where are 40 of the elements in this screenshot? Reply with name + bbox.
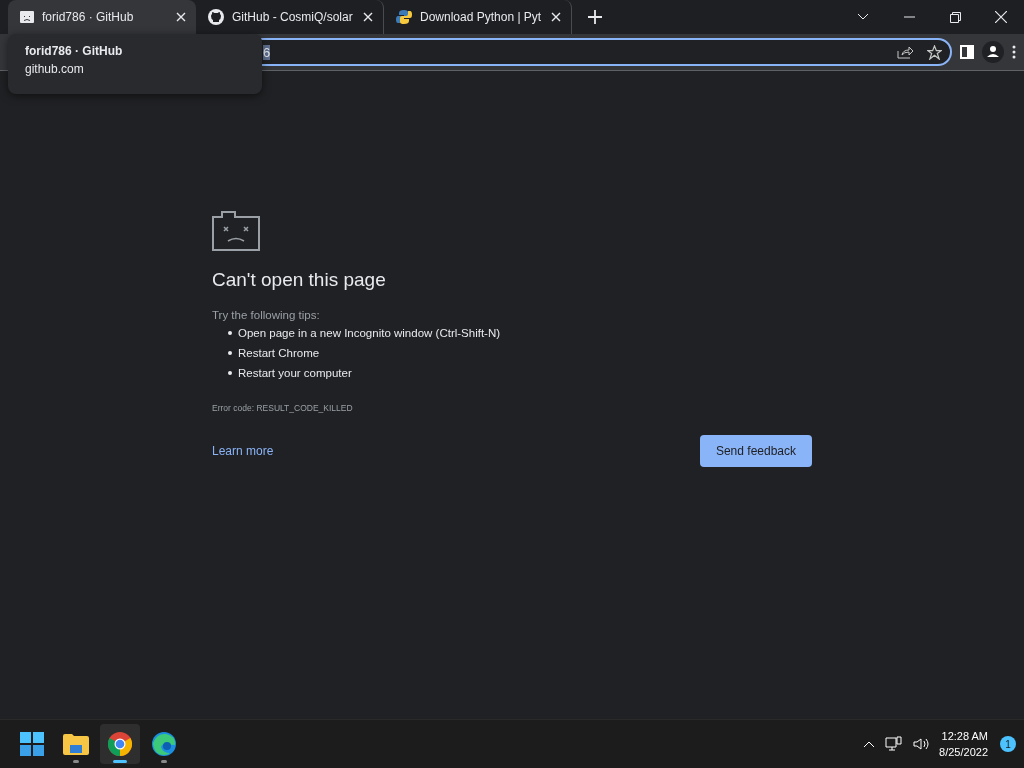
python-logo-icon [396, 9, 412, 25]
edge-logo-icon [151, 731, 177, 757]
more-menu-icon [1012, 45, 1016, 59]
error-heading: Can't open this page [212, 269, 387, 291]
close-icon [363, 12, 373, 22]
speaker-icon [913, 737, 932, 751]
bullet-icon [228, 331, 232, 335]
notification-badge[interactable]: 1 [1000, 736, 1016, 752]
profile-icon [982, 41, 1004, 63]
clock-date: 8/25/2022 [939, 745, 988, 760]
network-icon [885, 736, 904, 752]
browser-tab[interactable]: forid786 · GitHub [8, 0, 196, 34]
close-icon [176, 12, 186, 22]
octocat-icon [208, 9, 224, 25]
tip-text: Open page in a new Incognito window (Ctrl-Shift-N) [238, 327, 501, 339]
learn-more-link[interactable]: Learn more [212, 444, 274, 458]
taskbar-app[interactable] [100, 724, 140, 764]
star-icon [927, 44, 942, 60]
chevron-down-icon [857, 13, 869, 21]
tip-text: Restart Chrome [238, 347, 320, 359]
send-feedback-button[interactable]: Send feedback [699, 435, 812, 467]
close-icon [551, 12, 561, 22]
chevron-up-icon [863, 740, 876, 748]
broken-page-icon [212, 209, 262, 251]
sad-page-icon [20, 11, 34, 23]
windows-logo-icon [20, 732, 44, 756]
error-code: Error code: RESULT_CODE_KILLED [212, 403, 354, 413]
chrome-logo-icon [108, 732, 132, 756]
folder-icon [63, 733, 89, 755]
bullet-icon [228, 371, 232, 375]
tip-text: Restart your computer [238, 367, 352, 379]
plus-icon [588, 10, 602, 24]
clock-time: 12:28 AM [941, 729, 988, 744]
side-panel-icon [960, 45, 974, 59]
bullet-icon [228, 351, 232, 355]
share-icon [897, 45, 913, 59]
close-icon [995, 11, 1007, 23]
tips-intro: Try the following tips: [212, 309, 321, 321]
minimize-icon [903, 16, 915, 18]
restore-icon [949, 11, 961, 23]
